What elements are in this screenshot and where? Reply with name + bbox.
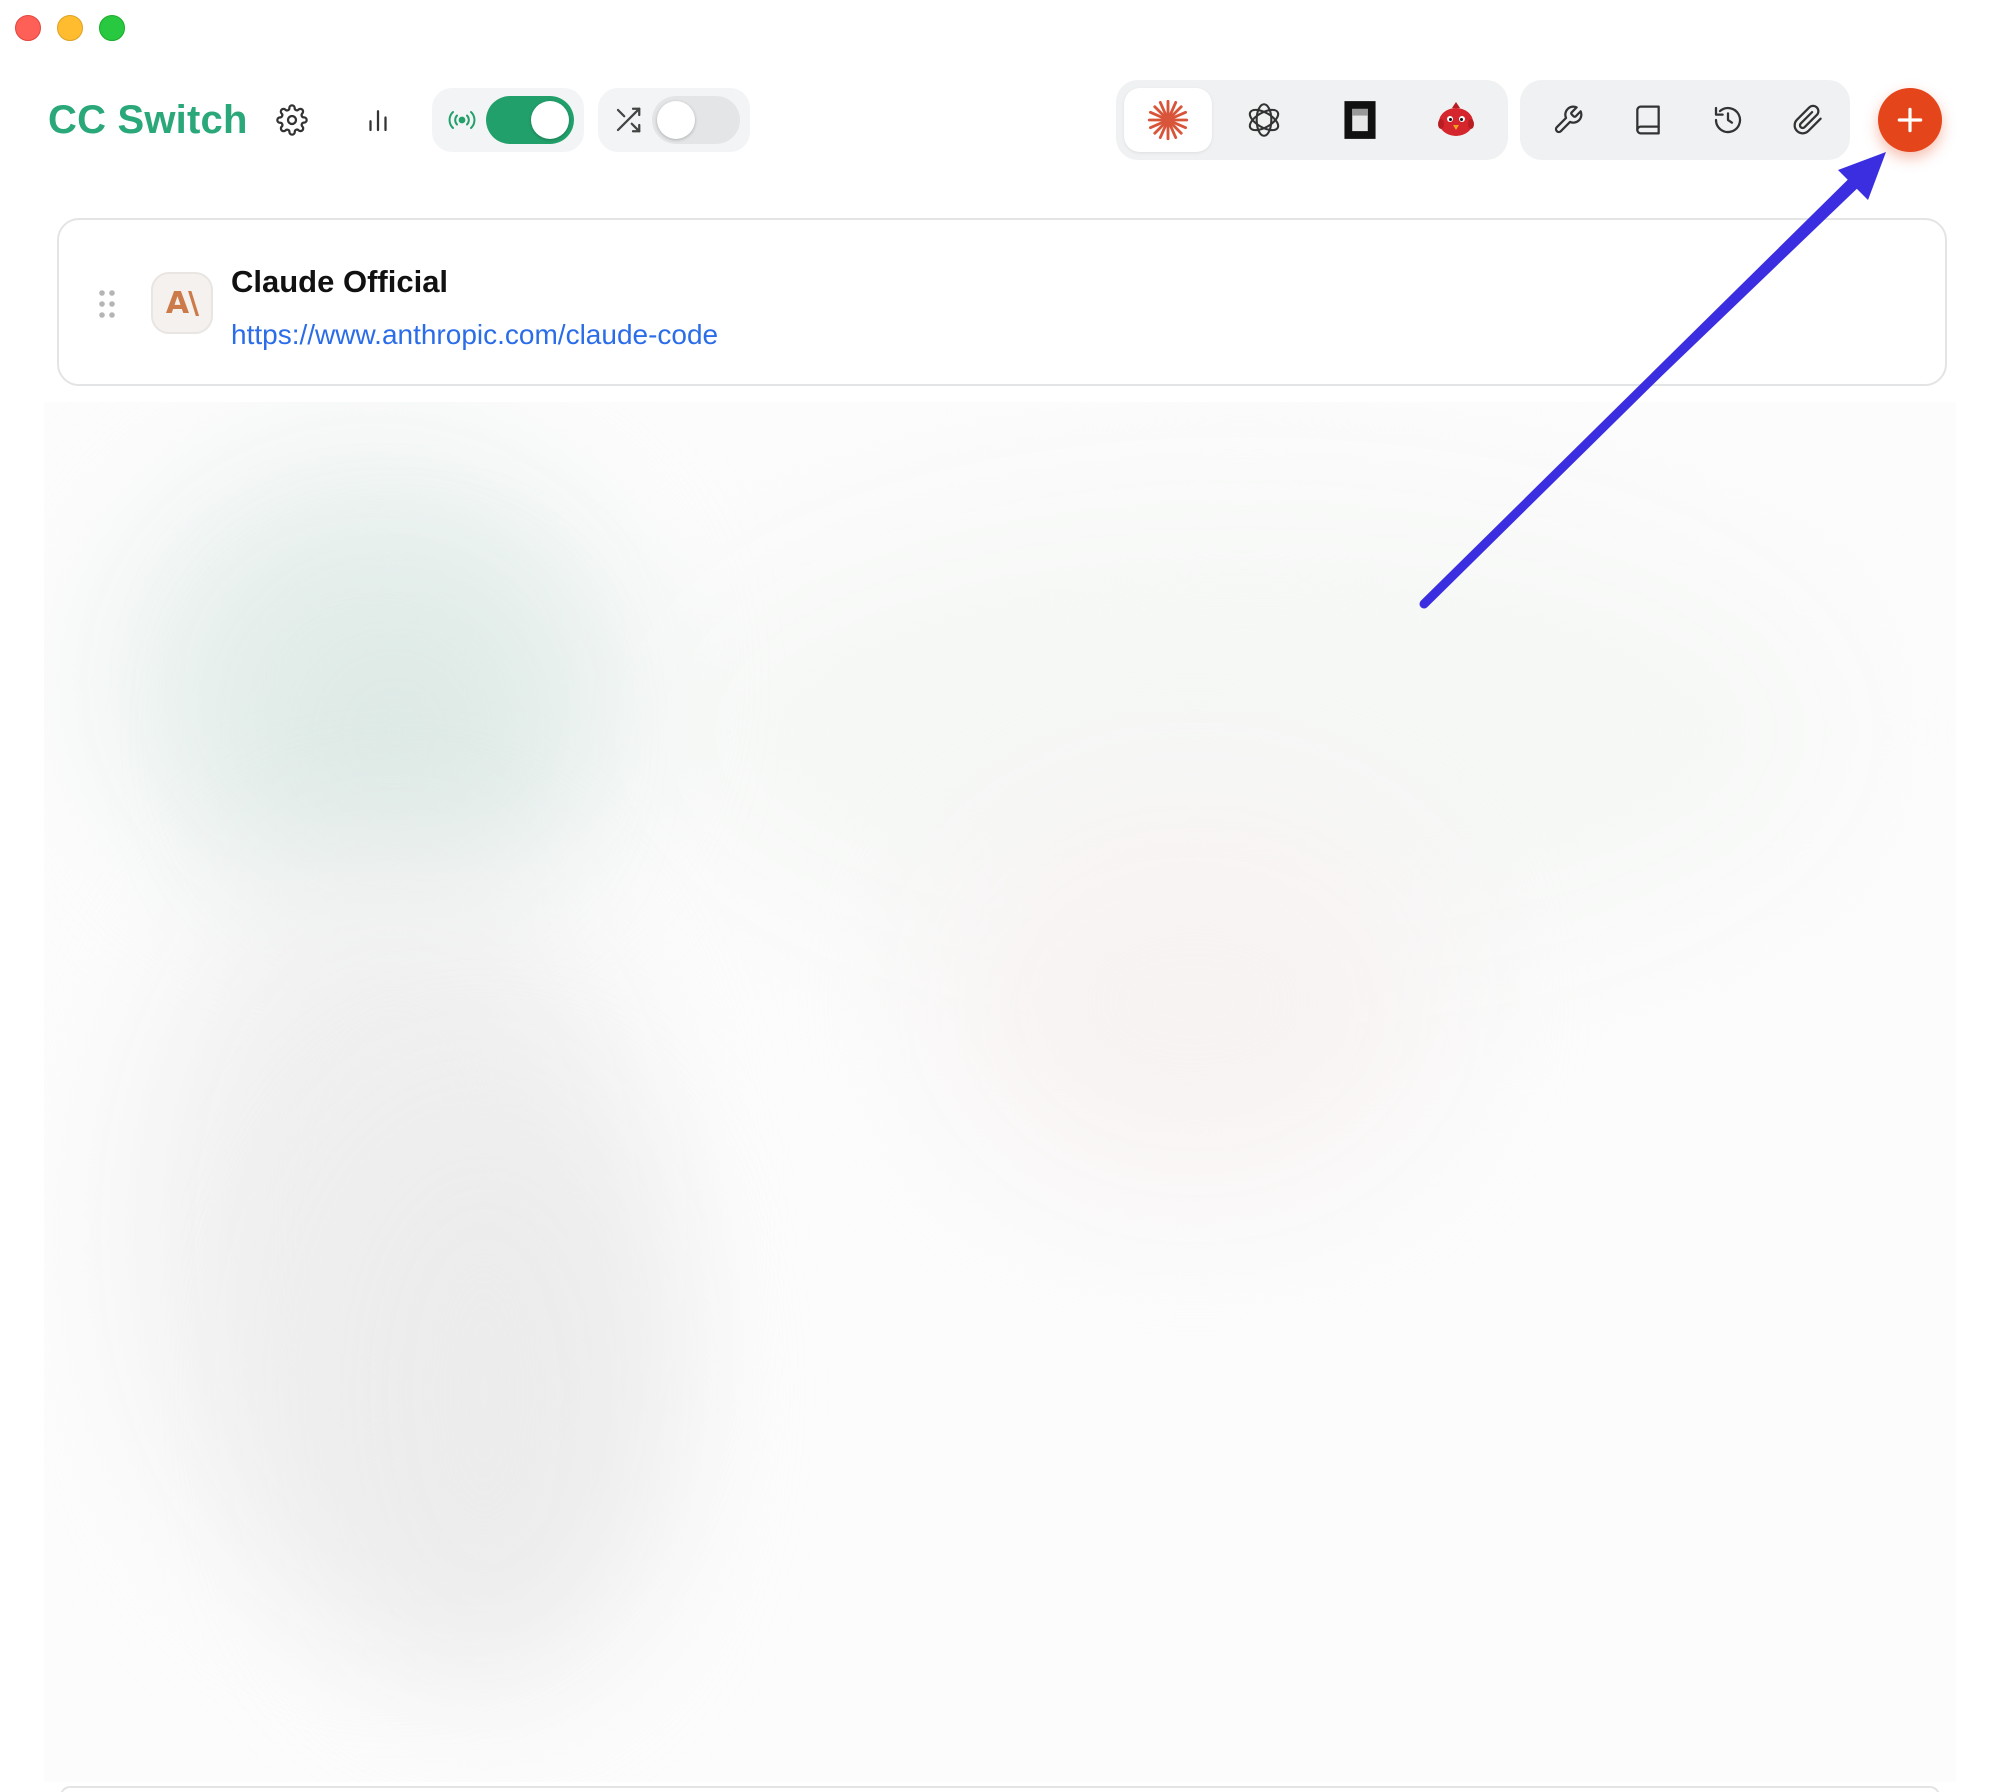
- provider-logo-text: A\: [165, 285, 199, 321]
- provider-url-link[interactable]: https://www.anthropic.com/claude-code: [231, 317, 718, 353]
- wrench-icon: [1554, 105, 1583, 134]
- toggle-knob: [531, 101, 569, 139]
- failover-toggle-group: [598, 88, 750, 152]
- history-icon: [1714, 106, 1742, 134]
- empty-background: [44, 402, 1956, 1782]
- window-minimize-button[interactable]: [57, 15, 83, 41]
- toggle-knob: [657, 101, 695, 139]
- add-provider-button[interactable]: [1878, 88, 1942, 152]
- tab-other-app[interactable]: [1412, 88, 1500, 152]
- prompts-button[interactable]: [1620, 92, 1676, 148]
- tools-button[interactable]: [1540, 92, 1596, 148]
- red-bird-icon: [1438, 102, 1474, 136]
- proxy-toggle[interactable]: [486, 96, 574, 144]
- tools-group: [1520, 80, 1850, 160]
- terminal-square-icon: [1344, 101, 1376, 139]
- settings-button[interactable]: [264, 92, 320, 148]
- window-close-button[interactable]: [15, 15, 41, 41]
- bar-chart-icon: [369, 110, 387, 132]
- openai-icon: [1248, 103, 1280, 137]
- attachments-button[interactable]: [1780, 92, 1836, 148]
- usage-stats-button[interactable]: [350, 92, 406, 148]
- window-controls: [15, 15, 125, 41]
- history-button[interactable]: [1700, 92, 1756, 148]
- book-icon: [1636, 105, 1660, 135]
- next-card-edge: [60, 1786, 1940, 1792]
- app-title: CC Switch: [48, 98, 248, 142]
- window-maximize-button[interactable]: [99, 15, 125, 41]
- drag-handle-icon[interactable]: [97, 288, 117, 320]
- plus-icon: [1897, 107, 1923, 133]
- proxy-toggle-group: [432, 88, 584, 152]
- app-window: CC Switch A\ Claude Official https://www…: [0, 0, 2000, 1792]
- claude-starburst-icon: [1147, 99, 1189, 141]
- tab-gemini[interactable]: [1316, 88, 1404, 152]
- shuffle-icon: [606, 96, 650, 144]
- broadcast-icon: [440, 96, 484, 144]
- provider-card[interactable]: A\ Claude Official https://www.anthropic…: [57, 218, 1947, 386]
- gear-icon: [276, 104, 308, 136]
- paperclip-icon: [1793, 104, 1822, 135]
- app-switcher: [1116, 80, 1508, 160]
- provider-name: Claude Official: [231, 264, 449, 299]
- anthropic-logo-icon: A\: [151, 272, 213, 334]
- tab-codex[interactable]: [1220, 88, 1308, 152]
- failover-toggle[interactable]: [652, 96, 740, 144]
- tab-claude[interactable]: [1124, 88, 1212, 152]
